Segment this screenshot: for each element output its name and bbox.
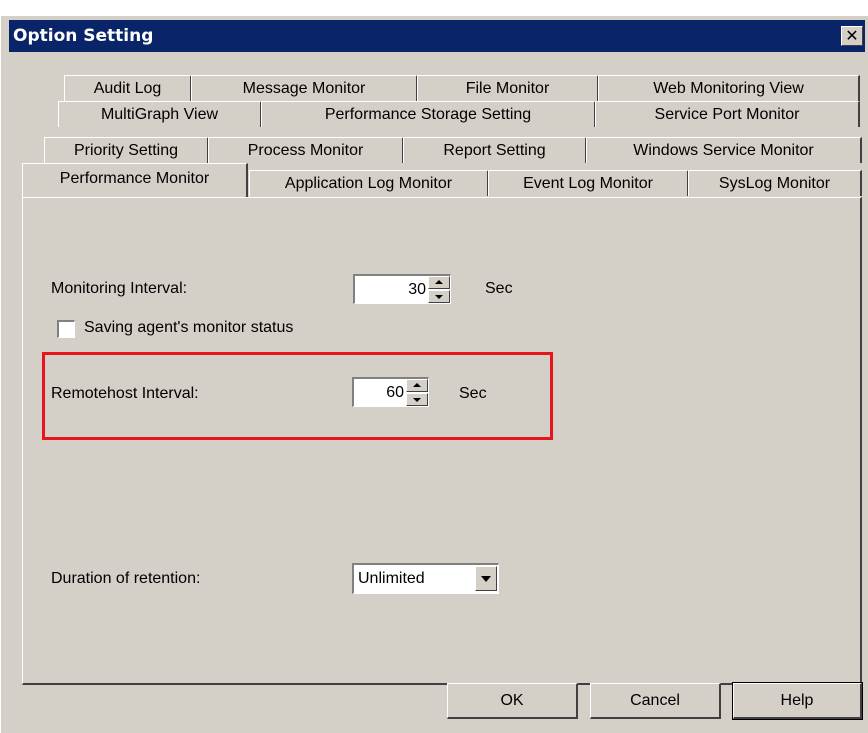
spin-down-button[interactable] <box>428 290 450 303</box>
monitoring-interval-value[interactable]: 30 <box>408 276 426 303</box>
tab-event-log-monitor[interactable]: Event Log Monitor <box>488 170 689 196</box>
saving-status-checkbox[interactable] <box>57 320 75 338</box>
saving-status-label[interactable]: Saving agent's monitor status <box>84 319 293 337</box>
tab-web-monitoring-view[interactable]: Web Monitoring View <box>598 75 860 101</box>
remotehost-interval-spinner[interactable]: 60 <box>352 377 429 407</box>
chevron-down-icon <box>481 576 491 582</box>
retention-select[interactable]: Unlimited <box>352 563 499 594</box>
cancel-button[interactable]: Cancel <box>590 683 721 719</box>
close-button[interactable]: ✕ <box>841 26 863 46</box>
arrow-down-icon <box>435 295 443 299</box>
tab-report-setting[interactable]: Report Setting <box>403 137 587 163</box>
remotehost-interval-label: Remotehost Interval: <box>51 385 199 402</box>
tab-syslog-monitor[interactable]: SysLog Monitor <box>688 170 862 196</box>
monitoring-interval-label: Monitoring Interval: <box>51 280 188 297</box>
tab-performance-monitor[interactable]: Performance Monitor <box>22 163 248 197</box>
dropdown-button[interactable] <box>475 566 497 591</box>
tab-process-monitor[interactable]: Process Monitor <box>208 137 404 163</box>
remotehost-interval-value[interactable]: 60 <box>386 379 404 406</box>
tab-audit-log[interactable]: Audit Log <box>64 75 192 101</box>
window-title: Option Setting <box>13 26 154 46</box>
spin-up-button[interactable] <box>428 276 450 289</box>
help-button[interactable]: Help <box>732 682 863 720</box>
ok-button[interactable]: OK <box>447 683 578 719</box>
spin-up-button[interactable] <box>406 379 428 392</box>
remotehost-interval-unit: Sec <box>459 385 487 402</box>
arrow-down-icon <box>413 398 421 402</box>
tab-performance-storage-setting[interactable]: Performance Storage Setting <box>261 101 596 127</box>
arrow-up-icon <box>435 280 443 284</box>
spin-down-button[interactable] <box>406 393 428 406</box>
tab-priority-setting[interactable]: Priority Setting <box>44 137 209 163</box>
tab-service-port-monitor[interactable]: Service Port Monitor <box>595 101 860 127</box>
tab-windows-service-monitor[interactable]: Windows Service Monitor <box>586 137 862 163</box>
tab-file-monitor[interactable]: File Monitor <box>417 75 599 101</box>
tab-message-monitor[interactable]: Message Monitor <box>191 75 418 101</box>
close-icon: ✕ <box>845 26 859 45</box>
title-bar[interactable]: Option Setting ✕ <box>9 20 865 52</box>
retention-value[interactable]: Unlimited <box>358 565 425 593</box>
tab-application-log-monitor[interactable]: Application Log Monitor <box>249 170 489 196</box>
tab-multigraph-view[interactable]: MultiGraph View <box>58 101 262 127</box>
tab-content-panel <box>22 197 862 685</box>
arrow-up-icon <box>413 383 421 387</box>
monitoring-interval-unit: Sec <box>485 280 513 297</box>
monitoring-interval-spinner[interactable]: 30 <box>353 274 451 304</box>
retention-label: Duration of retention: <box>51 570 201 587</box>
